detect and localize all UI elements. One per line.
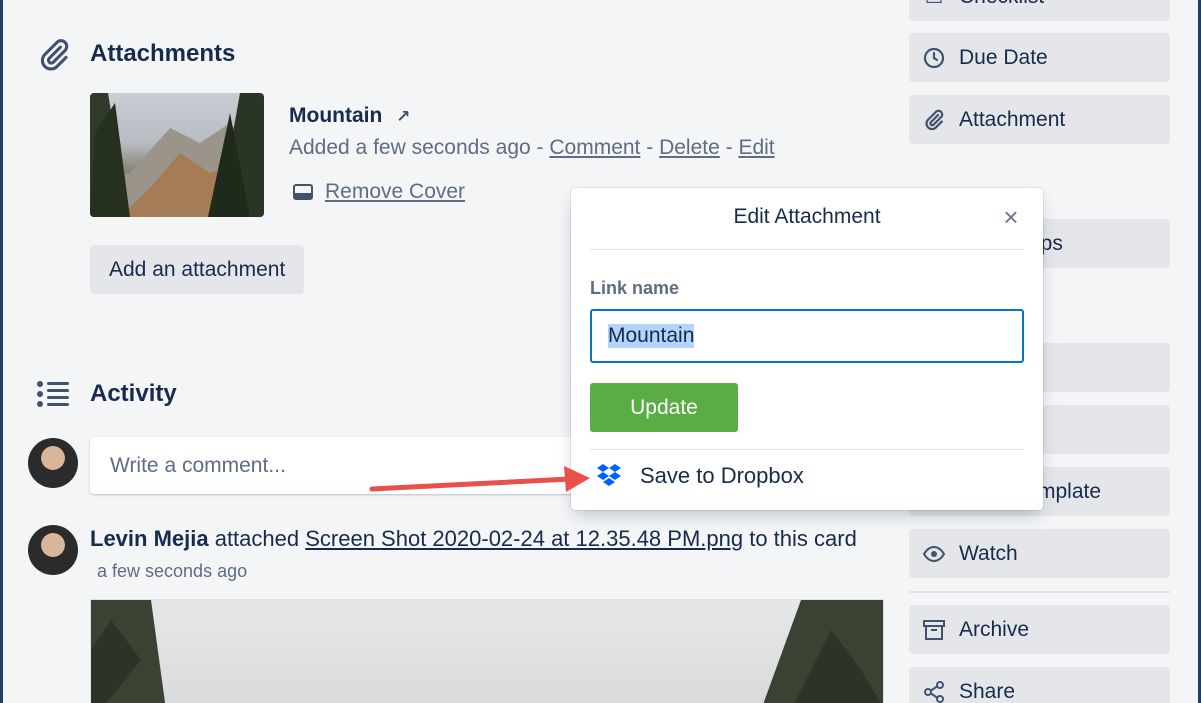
comment-link[interactable]: Comment [549, 136, 640, 159]
attachment-thumbnail[interactable] [90, 93, 264, 217]
clock-icon [923, 47, 945, 69]
remove-cover[interactable]: Remove Cover [293, 180, 465, 204]
sidebar-attachment-button[interactable]: Attachment [909, 95, 1170, 144]
delete-link[interactable]: Delete [659, 136, 720, 159]
attachment-name[interactable]: Mountain ↗ [289, 104, 410, 128]
close-icon[interactable]: × [999, 204, 1023, 230]
save-to-dropbox-button[interactable]: Save to Dropbox [596, 463, 804, 489]
paperclip-icon [923, 109, 945, 131]
remove-cover-link[interactable]: Remove Cover [325, 180, 465, 204]
sidebar-checklist-button[interactable]: ☐Checklist [909, 0, 1170, 21]
activity-time[interactable]: a few seconds ago [97, 561, 247, 582]
attachment-meta: Added a few seconds ago - Comment - Dele… [289, 136, 775, 159]
activity-image-preview[interactable] [90, 599, 884, 703]
activity-file-link[interactable]: Screen Shot 2020-02-24 at 12.35.48 PM.pn… [305, 526, 743, 551]
add-attachment-button[interactable]: Add an attachment [90, 245, 305, 294]
sidebar-archive-button[interactable]: Archive [909, 605, 1170, 654]
link-name-label: Link name [590, 278, 680, 298]
sidebar-watch-button[interactable]: Watch [909, 529, 1170, 578]
comment-input[interactable]: Write a comment... [90, 437, 610, 494]
link-name-input[interactable]: Mountain [590, 309, 1024, 363]
popover-divider [590, 249, 1024, 250]
mountain-image [90, 93, 264, 217]
edit-attachment-popover: Edit Attachment × Link name Mountain Upd… [571, 188, 1043, 510]
sidebar-divider [909, 591, 1170, 593]
update-button[interactable]: Update [590, 383, 738, 432]
avatar[interactable] [28, 438, 78, 488]
popover-divider [590, 449, 1024, 450]
archive-icon [923, 619, 945, 641]
dropbox-icon [597, 464, 621, 486]
sidebar-due-date-button[interactable]: Due Date [909, 33, 1170, 82]
popover-title: Edit Attachment [733, 205, 881, 228]
forest-image [91, 600, 883, 703]
eye-icon [923, 543, 945, 565]
activity-heading: Activity [90, 380, 177, 407]
open-external-icon[interactable]: ↗ [396, 107, 410, 126]
paperclip-icon [40, 39, 69, 71]
checklist-icon: ☐ [923, 0, 945, 8]
activity-list-icon [37, 381, 69, 407]
avatar[interactable] [28, 525, 78, 575]
share-icon [923, 680, 945, 703]
sidebar-share-button[interactable]: Share [909, 667, 1170, 703]
attachments-heading: Attachments [90, 40, 236, 67]
card-cover-icon [293, 184, 313, 200]
activity-user[interactable]: Levin Mejia [90, 526, 209, 551]
edit-link[interactable]: Edit [738, 136, 774, 159]
activity-entry: Levin Mejia attached Screen Shot 2020-02… [90, 526, 857, 551]
link-name-value: Mountain [608, 324, 695, 348]
